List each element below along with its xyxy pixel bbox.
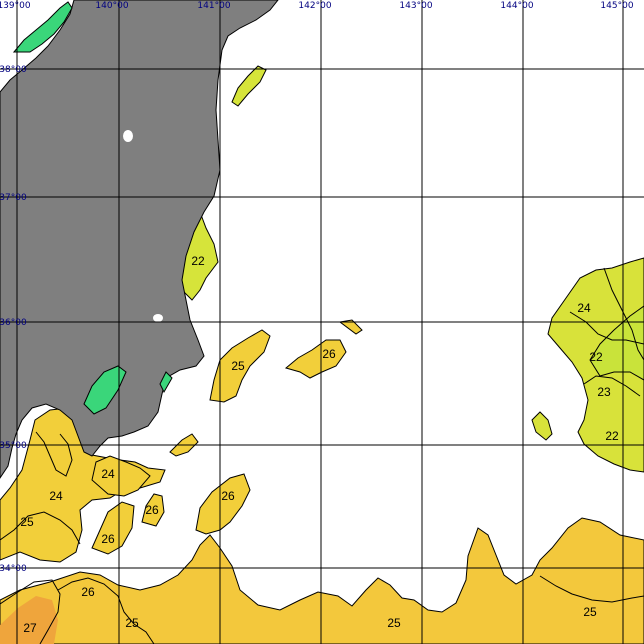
lon-label: 142°00 [298,1,331,11]
contour-label: 25 [231,359,245,373]
contour-label: 24 [577,301,591,315]
lake-speck-2 [153,314,163,322]
longitude-labels: 139°00 140°00 141°00 142°00 143°00 144°0… [0,1,634,11]
lat-label: 34°00 [0,564,27,574]
lat-label: 37°00 [0,193,27,203]
contour-label: 26 [145,503,159,517]
contour-label: 24 [49,489,63,503]
sst-patch-26-east [284,339,347,379]
contour-label: 25 [387,616,401,630]
contour-label: 24 [101,467,115,481]
contour-label: 22 [589,350,603,364]
contour-label: 22 [605,429,619,443]
sst-patch-26-mid [195,473,251,535]
lon-label: 139°00 [0,1,31,11]
land-honshu [0,0,279,479]
contour-label: 22 [191,254,205,268]
lat-label: 35°00 [0,441,27,451]
lon-label: 144°00 [500,1,533,11]
lat-label: 36°00 [0,318,27,328]
landmass [0,0,279,479]
lon-label: 145°00 [600,1,633,11]
contour-label: 27 [23,621,37,635]
contour-label: 26 [322,347,336,361]
sst-map: 139°00 140°00 141°00 142°00 143°00 144°0… [0,0,644,644]
lon-label: 141°00 [197,1,230,11]
lon-label: 140°00 [95,1,128,11]
contour-label: 25 [125,616,139,630]
contour-label: 23 [597,385,611,399]
lon-label: 143°00 [399,1,432,11]
contour-label: 25 [20,515,34,529]
sst-patch-north [231,65,267,107]
lake-speck-1 [123,130,133,142]
contour-label: 25 [583,605,597,619]
lat-label: 38°00 [0,65,27,75]
contour-label: 26 [101,532,115,546]
map-canvas: 139°00 140°00 141°00 142°00 143°00 144°0… [0,0,644,644]
sst-speck-2 [531,411,553,441]
contour-label: 26 [81,585,95,599]
contour-label: 26 [221,489,235,503]
sst-patch-26-left [91,501,135,555]
